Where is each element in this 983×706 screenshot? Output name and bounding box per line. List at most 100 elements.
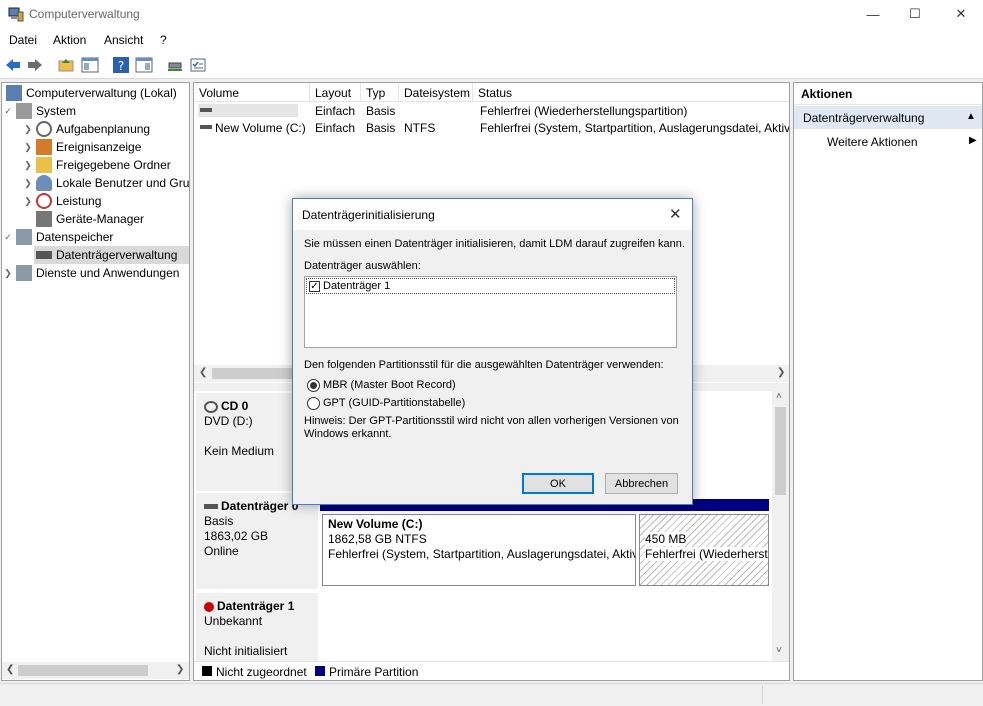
disk-checkbox[interactable]: ✓ bbox=[309, 280, 320, 292]
title-bar: Computerverwaltung — ☐ ✕ bbox=[0, 0, 983, 30]
disk-status: Nicht initialisiert bbox=[204, 644, 288, 658]
disk-selection-list[interactable]: ✓ Datenträger 1 bbox=[304, 276, 677, 348]
tree-item-tasks[interactable]: ❯ Aufgabenplanung bbox=[22, 120, 150, 138]
volume-icon bbox=[200, 125, 212, 129]
chevron-right-icon[interactable]: ❯ bbox=[22, 196, 34, 207]
tree-item-events[interactable]: ❯ Ereignisanzeige bbox=[22, 138, 141, 156]
tree-label-users: Lokale Benutzer und Gruppen bbox=[56, 176, 190, 190]
mbr-radio[interactable] bbox=[307, 379, 320, 392]
select-disk-label: Datenträger auswählen: bbox=[304, 260, 421, 272]
tree-item-diskmgmt[interactable]: Datenträgerverwaltung bbox=[34, 246, 189, 264]
mbr-label[interactable]: MBR (Master Boot Record) bbox=[323, 379, 456, 391]
tree-item-services[interactable]: ❯ Dienste und Anwendungen bbox=[2, 264, 179, 282]
gpt-hint-line1: Hinweis: Der GPT-Partitionsstil wird nic… bbox=[304, 415, 679, 427]
window-title: Computerverwaltung bbox=[29, 7, 140, 21]
partition-c[interactable]: New Volume (C:) 1862,58 GB NTFS Fehlerfr… bbox=[322, 514, 636, 586]
forward-arrow-icon[interactable] bbox=[26, 56, 44, 74]
action-more[interactable]: Weitere Aktionen ▶ bbox=[794, 131, 982, 153]
services-icon bbox=[16, 265, 32, 281]
tree-item-perf[interactable]: ❯ Leistung bbox=[22, 192, 101, 210]
chevron-down-icon[interactable]: ✓ bbox=[2, 106, 14, 117]
connect-icon[interactable] bbox=[166, 56, 184, 74]
cancel-button[interactable]: Abbrechen bbox=[605, 473, 678, 494]
tree-label-tasks: Aufgabenplanung bbox=[56, 122, 151, 136]
toolbar: ? bbox=[0, 51, 983, 79]
unallocated-swatch bbox=[202, 666, 212, 676]
gpt-label[interactable]: GPT (GUID-Partitionstabelle) bbox=[323, 397, 465, 409]
chevron-right-icon[interactable]: ❯ bbox=[2, 268, 14, 279]
menu-datei[interactable]: Datei bbox=[9, 33, 37, 47]
dialog-close-icon[interactable]: ✕ bbox=[669, 205, 682, 223]
scroll-up-icon[interactable]: ˄ bbox=[776, 391, 782, 402]
tree-label-diskmgmt: Datenträgerverwaltung bbox=[56, 248, 178, 262]
legend-unallocated: Nicht zugeordnet bbox=[216, 665, 307, 679]
tree-item-devmgr[interactable]: Geräte-Manager bbox=[34, 210, 144, 228]
chevron-down-icon[interactable]: ✓ bbox=[2, 232, 14, 243]
table-row[interactable]: New Volume (C:) Einfach Basis NTFS Fehle… bbox=[194, 119, 790, 136]
back-arrow-icon[interactable] bbox=[4, 56, 22, 74]
shared-folder-icon bbox=[36, 157, 52, 173]
tree-item-system[interactable]: ✓ System bbox=[2, 102, 76, 120]
tree-item-shares[interactable]: ❯ Freigegebene Ordner bbox=[22, 156, 171, 174]
chevron-right-icon[interactable]: ❯ bbox=[22, 142, 34, 153]
disk-type: Unbekannt bbox=[204, 614, 263, 628]
scroll-left-icon[interactable]: ❮ bbox=[6, 664, 14, 675]
column-header-typ[interactable]: Typ bbox=[361, 83, 399, 102]
scrollbar-thumb[interactable] bbox=[775, 407, 786, 495]
chevron-right-icon[interactable]: ❯ bbox=[22, 124, 34, 135]
scroll-right-icon[interactable]: ❯ bbox=[777, 367, 785, 378]
volume-icon bbox=[200, 108, 212, 112]
menu-help[interactable]: ? bbox=[160, 33, 167, 47]
tools-icon bbox=[16, 103, 32, 119]
disk-view-vertical-scrollbar[interactable]: ˄ ˅ bbox=[772, 391, 789, 661]
close-window-button[interactable]: ✕ bbox=[938, 0, 983, 28]
scrollbar-thumb[interactable] bbox=[18, 665, 148, 676]
disk-size: 1863,02 GB bbox=[204, 529, 269, 543]
maximize-button[interactable]: ☐ bbox=[892, 0, 938, 28]
properties-pane-icon[interactable] bbox=[135, 56, 153, 74]
gpt-radio[interactable] bbox=[307, 397, 320, 410]
column-header-volume[interactable]: Volume bbox=[194, 83, 310, 102]
tree-item-root[interactable]: Computerverwaltung (Lokal) bbox=[2, 84, 177, 102]
menu-ansicht[interactable]: Ansicht bbox=[104, 33, 143, 47]
partition-status: Fehlerfrei (Wiederherstellungspartition) bbox=[645, 547, 768, 561]
scroll-down-icon[interactable]: ˅ bbox=[776, 645, 782, 656]
chevron-right-icon[interactable]: ❯ bbox=[22, 178, 34, 189]
checklist-icon[interactable] bbox=[189, 56, 207, 74]
chevron-right-icon[interactable]: ❯ bbox=[22, 160, 34, 171]
cell-fs: NTFS bbox=[404, 121, 436, 135]
up-folder-icon[interactable] bbox=[57, 56, 75, 74]
cell-volume: New Volume (C:) bbox=[215, 121, 306, 135]
tree-label-shares: Freigegebene Ordner bbox=[56, 158, 171, 172]
navigation-tree: Computerverwaltung (Lokal) ✓ System ❯ Au… bbox=[1, 82, 190, 681]
column-header-dateisystem[interactable]: Dateisystem bbox=[399, 83, 473, 102]
disk-management-icon bbox=[36, 251, 52, 259]
primary-swatch bbox=[315, 666, 325, 676]
help-icon[interactable]: ? bbox=[112, 56, 130, 74]
scroll-left-icon[interactable]: ❮ bbox=[199, 367, 207, 378]
tree-item-users[interactable]: ❯ Lokale Benutzer und Gruppen bbox=[22, 174, 190, 192]
disk-label-disk0[interactable]: Datenträger 0 Basis 1863,02 GB Online bbox=[196, 493, 318, 589]
table-row[interactable]: Einfach Basis Fehlerfrei (Wiederherstell… bbox=[194, 102, 789, 119]
disk-name: Datenträger 0 bbox=[221, 499, 299, 513]
list-item[interactable]: ✓ Datenträger 1 bbox=[306, 278, 675, 294]
scroll-right-icon[interactable]: ❯ bbox=[176, 664, 184, 675]
actions-section-diskmgmt[interactable]: Datenträgerverwaltung ▲ bbox=[794, 106, 982, 129]
partition-recovery[interactable]: 450 MB Fehlerfrei (Wiederherstellungspar… bbox=[639, 514, 769, 586]
collapse-triangle-icon[interactable]: ▲ bbox=[966, 111, 976, 122]
menu-aktion[interactable]: Aktion bbox=[53, 33, 86, 47]
ok-button[interactable]: OK bbox=[522, 473, 594, 494]
tree-label-services: Dienste und Anwendungen bbox=[36, 266, 180, 280]
cell-status: Fehlerfrei (System, Startpartition, Ausl… bbox=[480, 121, 790, 135]
tree-label-events: Ereignisanzeige bbox=[56, 140, 142, 154]
tree-item-storage[interactable]: ✓ Datenspeicher bbox=[2, 228, 113, 246]
disk-name: CD 0 bbox=[221, 399, 249, 413]
column-header-layout[interactable]: Layout bbox=[310, 83, 361, 102]
tree-horizontal-scrollbar[interactable]: ❮ ❯ bbox=[2, 662, 189, 679]
minimize-button[interactable]: — bbox=[850, 0, 896, 28]
actions-header: Aktionen bbox=[794, 83, 982, 105]
computer-management-icon bbox=[8, 7, 24, 22]
column-header-status[interactable]: Status bbox=[473, 83, 789, 102]
performance-icon bbox=[36, 193, 52, 209]
show-hide-tree-icon[interactable] bbox=[81, 56, 99, 74]
